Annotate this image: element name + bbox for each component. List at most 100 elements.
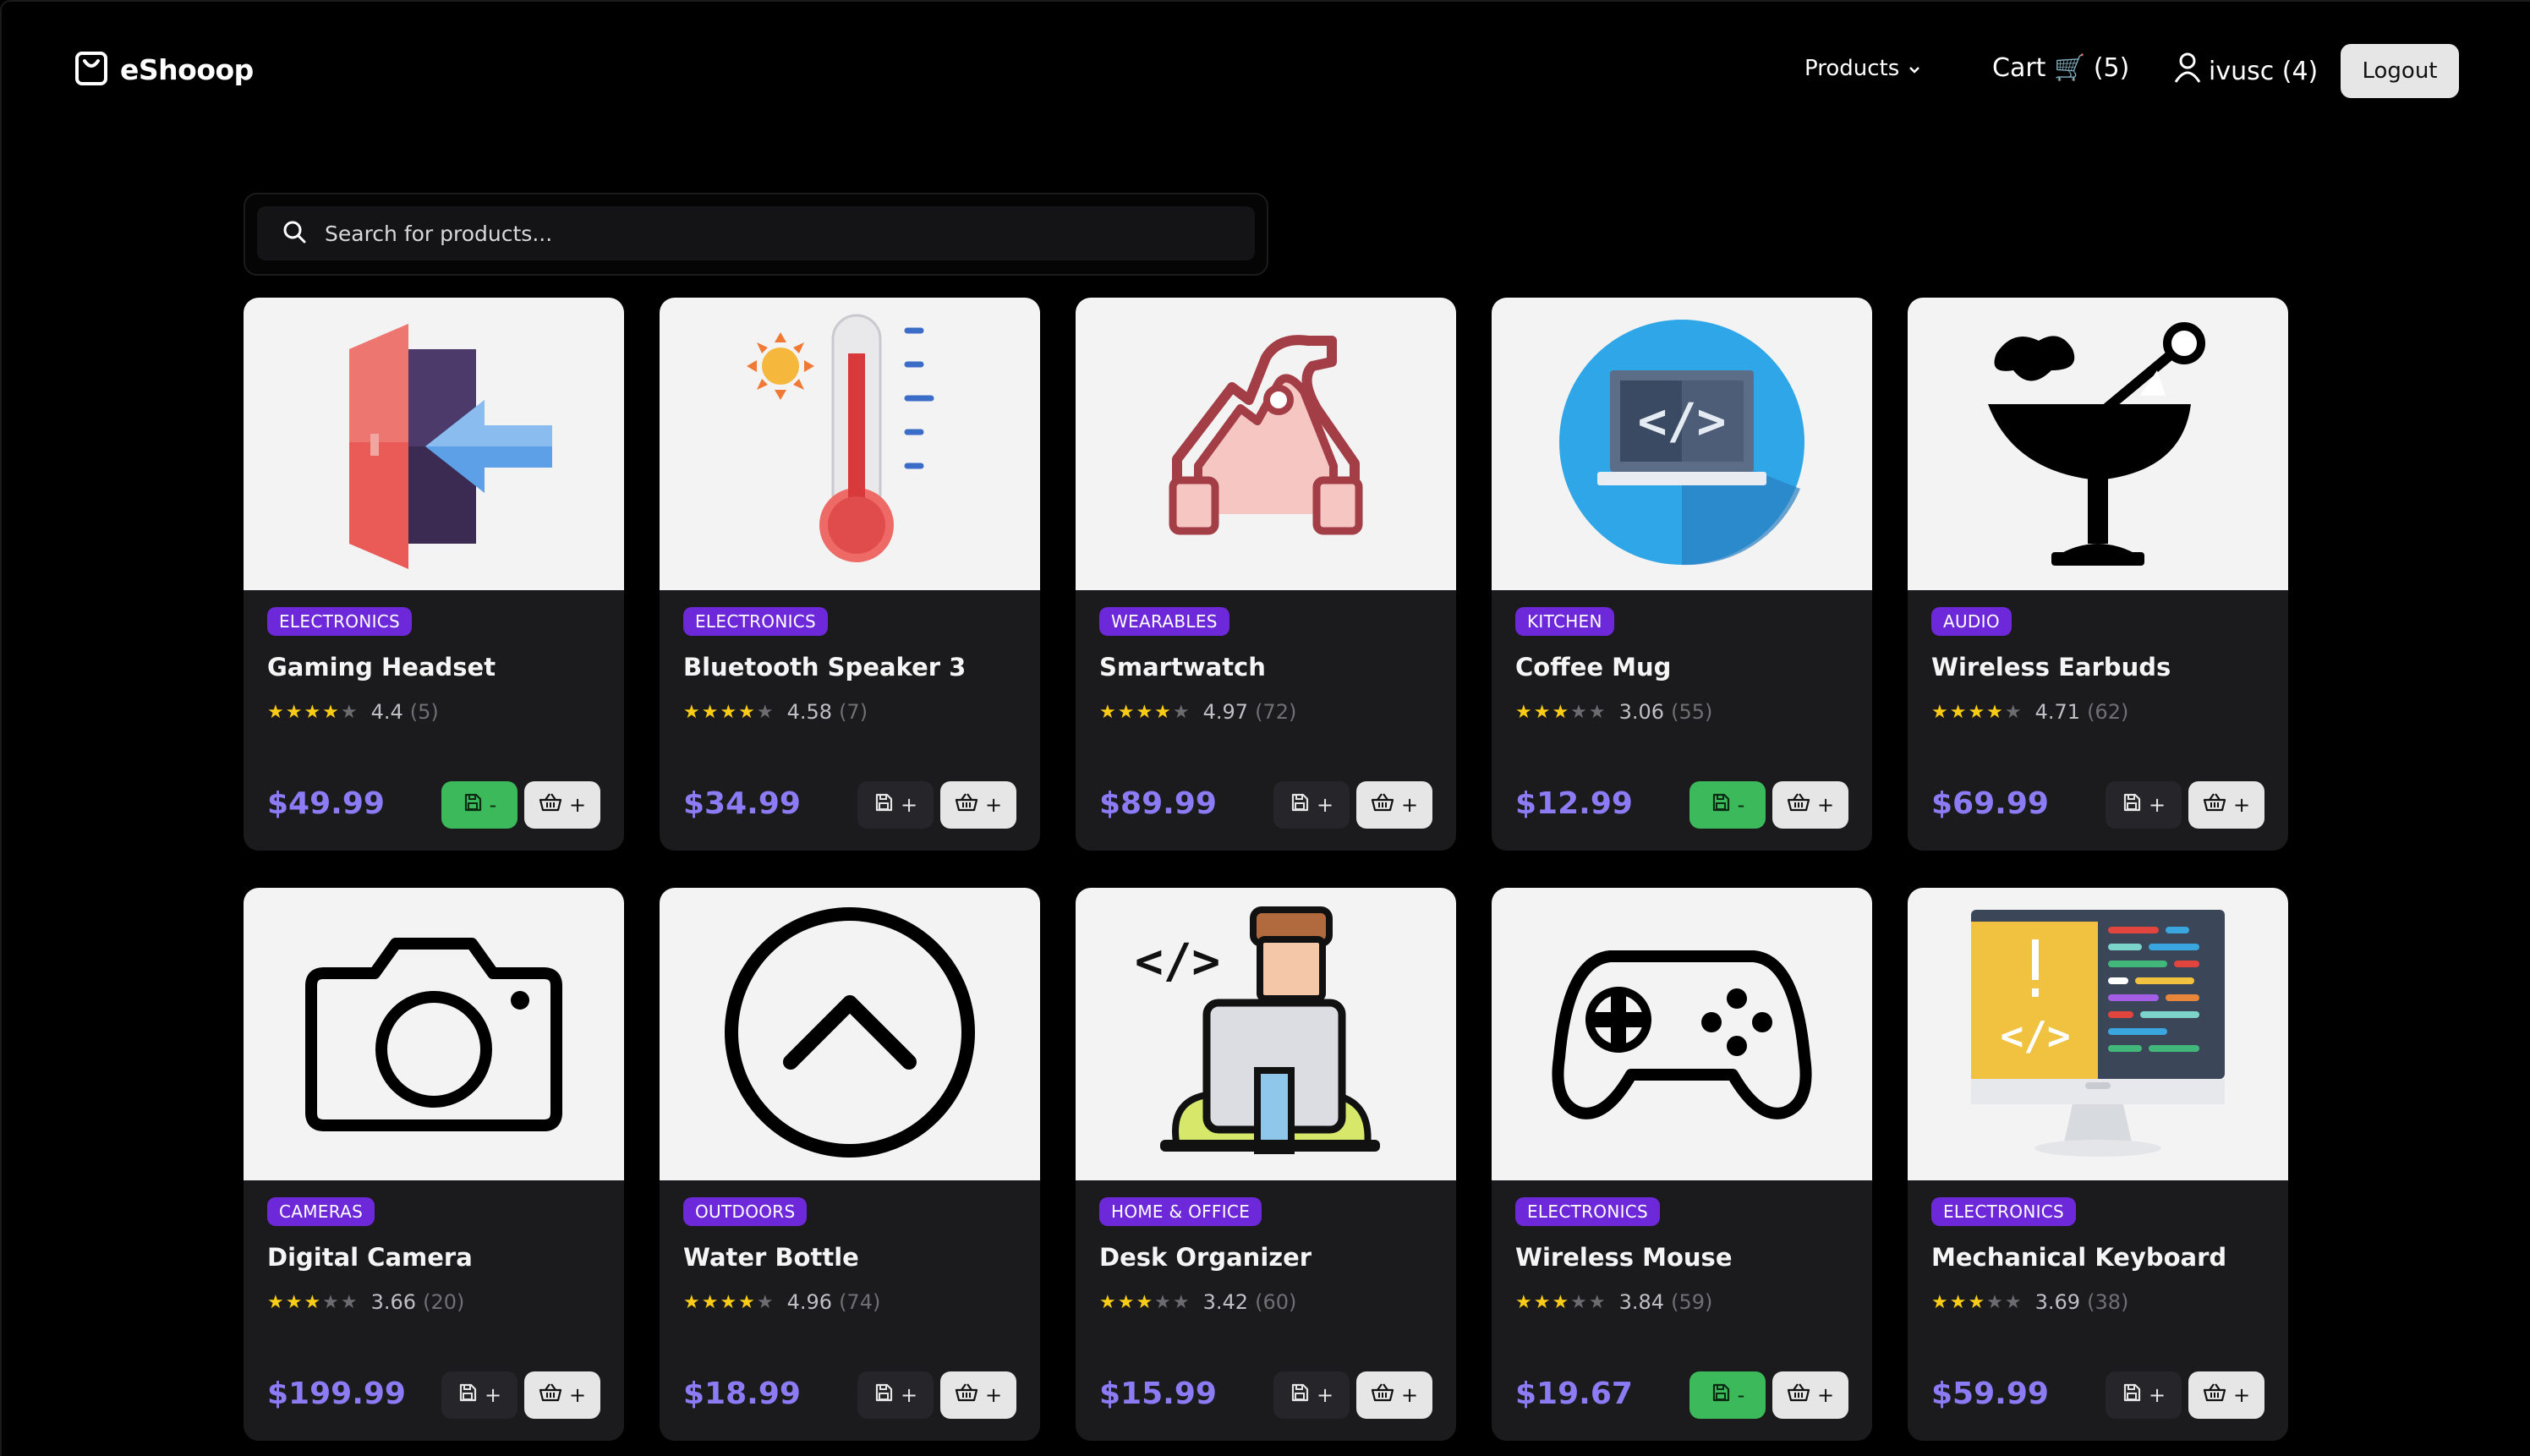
add-to-cart-button[interactable]: + bbox=[524, 1371, 600, 1419]
rating-value: 4.97 bbox=[1202, 700, 1249, 724]
save-toggle-button[interactable]: - bbox=[441, 781, 518, 829]
product-image: </> bbox=[1908, 888, 2288, 1180]
basket-icon bbox=[1787, 1382, 1810, 1408]
save-toggle-button[interactable]: + bbox=[857, 781, 934, 829]
search-icon bbox=[257, 220, 306, 247]
add-to-cart-button[interactable]: + bbox=[940, 781, 1016, 829]
user-label: ivusc (4) bbox=[2209, 56, 2319, 86]
add-to-cart-button[interactable]: + bbox=[1356, 1371, 1432, 1419]
brand-logo[interactable]: eShooop bbox=[74, 49, 254, 90]
product-card[interactable]: ELECTRONICS Bluetooth Speaker 3 ★★★★★ 4.… bbox=[660, 298, 1040, 851]
save-toggle-button[interactable]: + bbox=[441, 1371, 518, 1419]
logout-button[interactable]: Logout bbox=[2341, 44, 2459, 98]
add-symbol: + bbox=[2148, 793, 2166, 817]
thermometer-sun-icon bbox=[715, 307, 985, 581]
basket-icon bbox=[539, 792, 562, 818]
product-image: </> bbox=[1076, 888, 1456, 1180]
category-badge: ELECTRONICS bbox=[683, 607, 829, 636]
product-title[interactable]: Smartwatch bbox=[1099, 653, 1266, 681]
basket-icon bbox=[2203, 792, 2226, 818]
save-toggle-button[interactable]: - bbox=[1689, 781, 1766, 829]
product-image bbox=[1492, 888, 1872, 1180]
add-to-cart-button[interactable]: + bbox=[1772, 1371, 1848, 1419]
product-rating: ★★★★★ 4.58 (7) bbox=[683, 700, 868, 724]
product-price: $199.99 bbox=[267, 1377, 406, 1411]
remove-symbol: - bbox=[489, 793, 497, 817]
add-symbol: + bbox=[2148, 1383, 2166, 1407]
rating-stars: ★★★★★ bbox=[683, 701, 775, 723]
product-title[interactable]: Mechanical Keyboard bbox=[1931, 1243, 2226, 1272]
product-rating: ★★★★★ 3.69 (38) bbox=[1931, 1290, 2128, 1314]
rating-stars: ★★★★★ bbox=[1931, 701, 2023, 723]
add-to-cart-button[interactable]: + bbox=[940, 1371, 1016, 1419]
exit-door-icon bbox=[298, 315, 569, 572]
chevron-down-icon bbox=[1908, 56, 1921, 81]
search-input[interactable] bbox=[323, 220, 1214, 247]
add-to-cart-button[interactable]: + bbox=[1356, 781, 1432, 829]
save-disk-icon bbox=[873, 1382, 894, 1408]
basket-icon bbox=[955, 792, 978, 818]
product-card[interactable]: ELECTRONICS Wireless Mouse ★★★★★ 3.84 (5… bbox=[1492, 888, 1872, 1441]
card-actions: - + bbox=[1689, 1371, 1848, 1419]
product-card[interactable]: </> ELECTRONICS Mechanical Keyboard ★★★★… bbox=[1908, 888, 2288, 1441]
product-title[interactable]: Wireless Earbuds bbox=[1931, 653, 2171, 681]
product-title[interactable]: Coffee Mug bbox=[1515, 653, 1671, 681]
category-badge: CAMERAS bbox=[267, 1197, 375, 1226]
card-actions: - + bbox=[441, 781, 600, 829]
product-title[interactable]: Bluetooth Speaker 3 bbox=[683, 653, 966, 681]
product-card[interactable]: ELECTRONICS Gaming Headset ★★★★★ 4.4 (5)… bbox=[244, 298, 624, 851]
product-title[interactable]: Water Bottle bbox=[683, 1243, 859, 1272]
shopping-bag-icon bbox=[74, 49, 108, 90]
product-price: $34.99 bbox=[683, 786, 801, 821]
product-price: $18.99 bbox=[683, 1377, 801, 1411]
rating-value: 4.58 bbox=[786, 700, 833, 724]
save-toggle-button[interactable]: - bbox=[1689, 1371, 1766, 1419]
category-badge: HOME & OFFICE bbox=[1099, 1197, 1262, 1226]
add-to-cart-button[interactable]: + bbox=[1772, 781, 1848, 829]
rating-value: 3.84 bbox=[1618, 1290, 1665, 1314]
product-rating: ★★★★★ 4.4 (5) bbox=[267, 700, 439, 724]
product-image bbox=[660, 888, 1040, 1180]
product-info: OUTDOORS Water Bottle ★★★★★ 4.96 (74) $1… bbox=[660, 1180, 1040, 1441]
save-toggle-button[interactable]: + bbox=[857, 1371, 934, 1419]
save-disk-icon bbox=[1711, 1382, 1731, 1408]
product-card[interactable]: AUDIO Wireless Earbuds ★★★★★ 4.71 (62) $… bbox=[1908, 298, 2288, 851]
save-toggle-button[interactable]: + bbox=[2106, 1371, 2182, 1419]
product-title[interactable]: Wireless Mouse bbox=[1515, 1243, 1732, 1272]
save-disk-icon bbox=[1290, 792, 1310, 818]
product-title[interactable]: Digital Camera bbox=[267, 1243, 473, 1272]
save-toggle-button[interactable]: + bbox=[1273, 1371, 1350, 1419]
rating-count: (7) bbox=[839, 700, 868, 724]
save-toggle-button[interactable]: + bbox=[2106, 781, 2182, 829]
add-symbol: + bbox=[1316, 1383, 1334, 1407]
add-to-cart-button[interactable]: + bbox=[2188, 781, 2264, 829]
card-actions: - + bbox=[1689, 781, 1848, 829]
save-toggle-button[interactable]: + bbox=[1273, 781, 1350, 829]
user-link[interactable]: ivusc (4) bbox=[2173, 52, 2318, 90]
product-image bbox=[1076, 298, 1456, 590]
rating-stars: ★★★★★ bbox=[1515, 1291, 1607, 1313]
product-price: $15.99 bbox=[1099, 1377, 1217, 1411]
add-to-cart-button[interactable]: + bbox=[2188, 1371, 2264, 1419]
products-dropdown[interactable]: Products bbox=[1804, 56, 1921, 81]
product-card[interactable]: OUTDOORS Water Bottle ★★★★★ 4.96 (74) $1… bbox=[660, 888, 1040, 1441]
add-symbol: + bbox=[568, 1383, 587, 1407]
product-card[interactable]: CAMERAS Digital Camera ★★★★★ 3.66 (20) $… bbox=[244, 888, 624, 1441]
product-rating: ★★★★★ 3.84 (59) bbox=[1515, 1290, 1712, 1314]
product-card[interactable]: </> KITCHEN Coffee Mug ★★★★★ 3.06 (55) $… bbox=[1492, 298, 1872, 851]
product-card[interactable]: WEARABLES Smartwatch ★★★★★ 4.97 (72) $89… bbox=[1076, 298, 1456, 851]
product-card[interactable]: </> HOME & OFFICE Desk Organizer ★★★★★ 3… bbox=[1076, 888, 1456, 1441]
add-symbol: + bbox=[984, 1383, 1003, 1407]
product-info: WEARABLES Smartwatch ★★★★★ 4.97 (72) $89… bbox=[1076, 590, 1456, 851]
search-bar[interactable] bbox=[257, 206, 1255, 260]
add-symbol: + bbox=[900, 1383, 918, 1407]
product-image bbox=[244, 298, 624, 590]
product-title[interactable]: Desk Organizer bbox=[1099, 1243, 1312, 1272]
rating-count: (72) bbox=[1255, 700, 1297, 724]
headphones-outline-icon bbox=[1139, 315, 1393, 572]
add-to-cart-button[interactable]: + bbox=[524, 781, 600, 829]
product-title[interactable]: Gaming Headset bbox=[267, 653, 496, 681]
cart-link[interactable]: Cart 🛒 (5) bbox=[1992, 53, 2129, 83]
product-rating: ★★★★★ 3.66 (20) bbox=[267, 1290, 464, 1314]
laptop-code-icon: </> bbox=[1547, 311, 1817, 577]
